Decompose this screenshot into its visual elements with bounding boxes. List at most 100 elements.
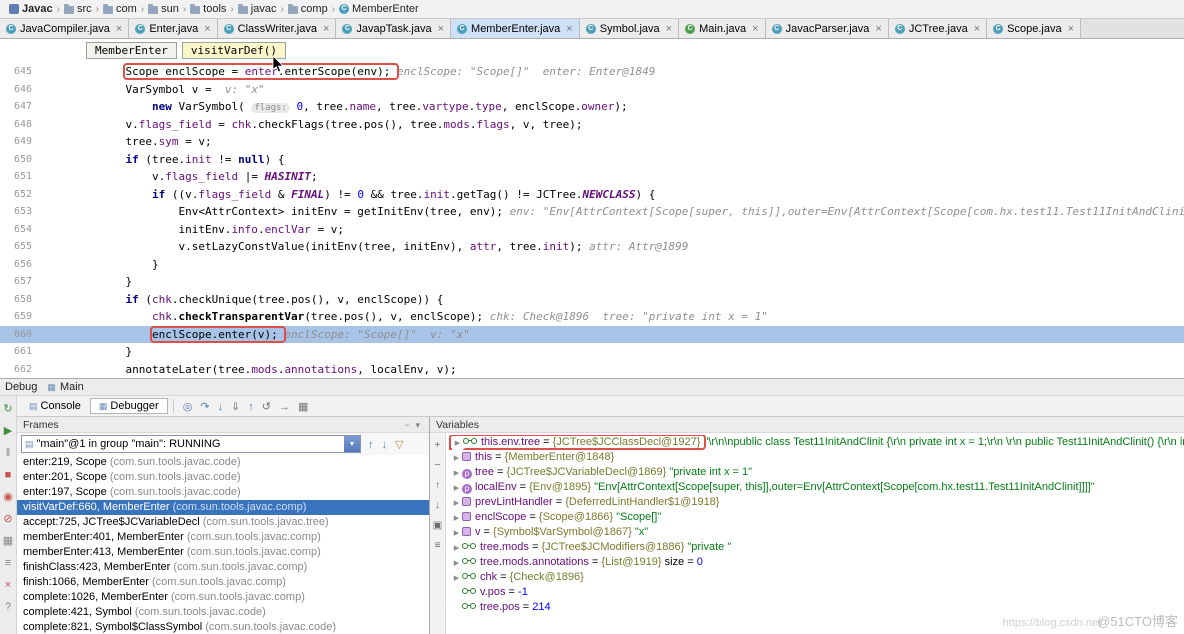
step-out-icon[interactable]: ↑: [244, 401, 258, 413]
close-icon[interactable]: ×: [974, 23, 980, 35]
editor-line-652[interactable]: 652 if ((v.flags_field & FINAL) != 0 && …: [0, 186, 1184, 204]
breadcrumb-item-tools[interactable]: tools: [187, 3, 229, 15]
code-editor[interactable]: MemberEnter visitVarDef() 645 Scope encl…: [0, 39, 1184, 378]
variable-row[interactable]: ▶plocalEnv = {Env@1895} "Env[AttrContext…: [446, 480, 1184, 495]
breadcrumb-method[interactable]: visitVarDef(): [182, 42, 286, 59]
move-up-icon[interactable]: ↑: [435, 479, 440, 493]
close-icon[interactable]: ×: [438, 23, 444, 35]
editor-line-653[interactable]: 653 Env<AttrContext> initEnv = getInitEn…: [0, 203, 1184, 221]
editor-tab-jctree[interactable]: CJCTree.java×: [889, 19, 987, 38]
settings-icon[interactable]: ≡: [0, 555, 16, 572]
editor-tab-memberenter[interactable]: CMemberEnter.java×: [451, 19, 580, 38]
close-icon[interactable]: ×: [323, 23, 329, 35]
frame-item[interactable]: enter:201, Scope (com.sun.tools.javac.co…: [17, 470, 429, 485]
menu-icon[interactable]: ≡: [435, 539, 441, 553]
breadcrumb-item-javac[interactable]: Javac: [6, 3, 56, 15]
step-into-icon[interactable]: ↓: [214, 401, 228, 413]
variable-row[interactable]: ▶enclScope = {Scope@1866} "Scope[]": [446, 510, 1184, 525]
run-to-cursor-icon[interactable]: →: [275, 401, 294, 413]
mute-breakpoints-icon[interactable]: ⊘: [0, 511, 16, 528]
line-number[interactable]: 652: [0, 186, 46, 204]
close-icon[interactable]: ×: [566, 23, 572, 35]
editor-line-648[interactable]: 648 v.flags_field = chk.checkFlags(tree.…: [0, 116, 1184, 134]
variable-row[interactable]: v.pos = -1: [446, 585, 1184, 600]
frame-item[interactable]: finishClass:423, MemberEnter (com.sun.to…: [17, 560, 429, 575]
step-over-icon[interactable]: ↷: [196, 401, 213, 413]
dropdown-arrow-icon[interactable]: ▼: [344, 436, 360, 452]
restore-layout-icon[interactable]: ▦: [0, 533, 16, 550]
frame-item[interactable]: complete:1026, MemberEnter (com.sun.tool…: [17, 590, 429, 605]
navigate-up-icon[interactable]: ↑: [364, 439, 378, 451]
editor-tab-scope[interactable]: CScope.java×: [987, 19, 1081, 38]
editor-tab-main[interactable]: CMain.java×: [679, 19, 766, 38]
variable-row[interactable]: ▶v = {Symbol$VarSymbol@1867} "x": [446, 525, 1184, 540]
expand-arrow-icon[interactable]: ▶: [451, 481, 462, 495]
breadcrumb-item-memberenter[interactable]: CMemberEnter: [336, 3, 422, 15]
add-watch-icon[interactable]: +: [435, 439, 441, 453]
line-number[interactable]: 647: [0, 98, 46, 116]
line-number[interactable]: 655: [0, 238, 46, 256]
thread-selector[interactable]: ▤ "main"@1 in group "main": RUNNING ▼: [21, 435, 361, 453]
line-number[interactable]: 651: [0, 168, 46, 186]
variable-row[interactable]: ▶this = {MemberEnter@1848}: [446, 450, 1184, 465]
expand-arrow-icon[interactable]: ▶: [451, 526, 462, 540]
line-number[interactable]: 653: [0, 203, 46, 221]
frame-item[interactable]: enter:197, Scope (com.sun.tools.javac.co…: [17, 485, 429, 500]
close-icon[interactable]: ×: [116, 23, 122, 35]
editor-line-650[interactable]: 650 if (tree.init != null) {: [0, 151, 1184, 169]
editor-line-656[interactable]: 656 }: [0, 256, 1184, 274]
line-number[interactable]: 646: [0, 81, 46, 99]
frame-item[interactable]: memberEnter:401, MemberEnter (com.sun.to…: [17, 530, 429, 545]
line-number[interactable]: 657: [0, 273, 46, 291]
line-number[interactable]: 648: [0, 116, 46, 134]
expand-arrow-icon[interactable]: ▶: [452, 436, 463, 450]
tab-debugger[interactable]: ▦ Debugger: [90, 398, 168, 414]
close-icon[interactable]: ×: [666, 23, 672, 35]
editor-tab-javacparser[interactable]: CJavacParser.java×: [766, 19, 889, 38]
editor-tab-symbol[interactable]: CSymbol.java×: [580, 19, 679, 38]
breadcrumb-item-comp[interactable]: comp: [285, 3, 331, 15]
move-down-icon[interactable]: ↓: [435, 499, 440, 513]
line-number[interactable]: 649: [0, 133, 46, 151]
collapse-icon[interactable]: ▾: [412, 420, 423, 430]
close-icon[interactable]: ×: [204, 23, 210, 35]
expand-arrow-icon[interactable]: ▶: [451, 511, 462, 525]
variable-row[interactable]: ▶tree.mods = {JCTree$JCModifiers@1886} "…: [446, 540, 1184, 555]
expand-arrow-icon[interactable]: ▶: [451, 466, 462, 480]
tab-console[interactable]: ▤ Console: [20, 398, 90, 414]
filter-icon[interactable]: ▽: [391, 439, 407, 451]
editor-line-654[interactable]: 654 initEnv.info.enclVar = v;: [0, 221, 1184, 239]
show-execution-point-icon[interactable]: ◎: [179, 401, 197, 413]
drop-frame-icon[interactable]: ↺: [258, 401, 275, 413]
editor-line-649[interactable]: 649 tree.sym = v;: [0, 133, 1184, 151]
editor-line-647[interactable]: 647 new VarSymbol( flags: 0, tree.name, …: [0, 98, 1184, 116]
resume-icon[interactable]: ▶: [0, 423, 16, 440]
help-icon[interactable]: ?: [0, 599, 16, 616]
frame-item[interactable]: enter:219, Scope (com.sun.tools.javac.co…: [17, 455, 429, 470]
close-icon[interactable]: ×: [752, 23, 758, 35]
frame-item[interactable]: accept:725, JCTree$JCVariableDecl (com.s…: [17, 515, 429, 530]
editor-tab-javaptask[interactable]: CJavapTask.java×: [336, 19, 451, 38]
frame-item[interactable]: finish:1066, MemberEnter (com.sun.tools.…: [17, 575, 429, 590]
variable-row[interactable]: ▶prevLintHandler = {DeferredLintHandler$…: [446, 495, 1184, 510]
editor-line-662[interactable]: 662 annotateLater(tree.mods.annotations,…: [0, 361, 1184, 379]
breadcrumb-item-src[interactable]: src: [61, 3, 95, 15]
evaluate-expression-icon[interactable]: ▦: [294, 401, 312, 413]
line-number[interactable]: 660: [0, 326, 46, 344]
expand-arrow-icon[interactable]: ▶: [451, 496, 462, 510]
line-number[interactable]: 662: [0, 361, 46, 379]
variable-row[interactable]: tree.pos = 214: [446, 600, 1184, 615]
editor-tab-javacompiler[interactable]: CJavaCompiler.java×: [0, 19, 129, 38]
remove-watch-icon[interactable]: −: [435, 459, 441, 473]
variable-row[interactable]: ▶chk = {Check@1896}: [446, 570, 1184, 585]
editor-line-658[interactable]: 658 if (chk.checkUnique(tree.pos(), v, e…: [0, 291, 1184, 309]
line-number[interactable]: 645: [0, 63, 46, 81]
duplicate-icon[interactable]: ▣: [433, 519, 442, 533]
tool-window-tab-main[interactable]: ▦ Main: [47, 381, 83, 393]
close-icon[interactable]: ×: [875, 23, 881, 35]
expand-arrow-icon[interactable]: ▶: [451, 571, 462, 585]
line-number[interactable]: 659: [0, 308, 46, 326]
rerun-icon[interactable]: ↻: [0, 401, 16, 418]
navigate-down-icon[interactable]: ↓: [378, 439, 392, 451]
close-icon[interactable]: ×: [1068, 23, 1074, 35]
